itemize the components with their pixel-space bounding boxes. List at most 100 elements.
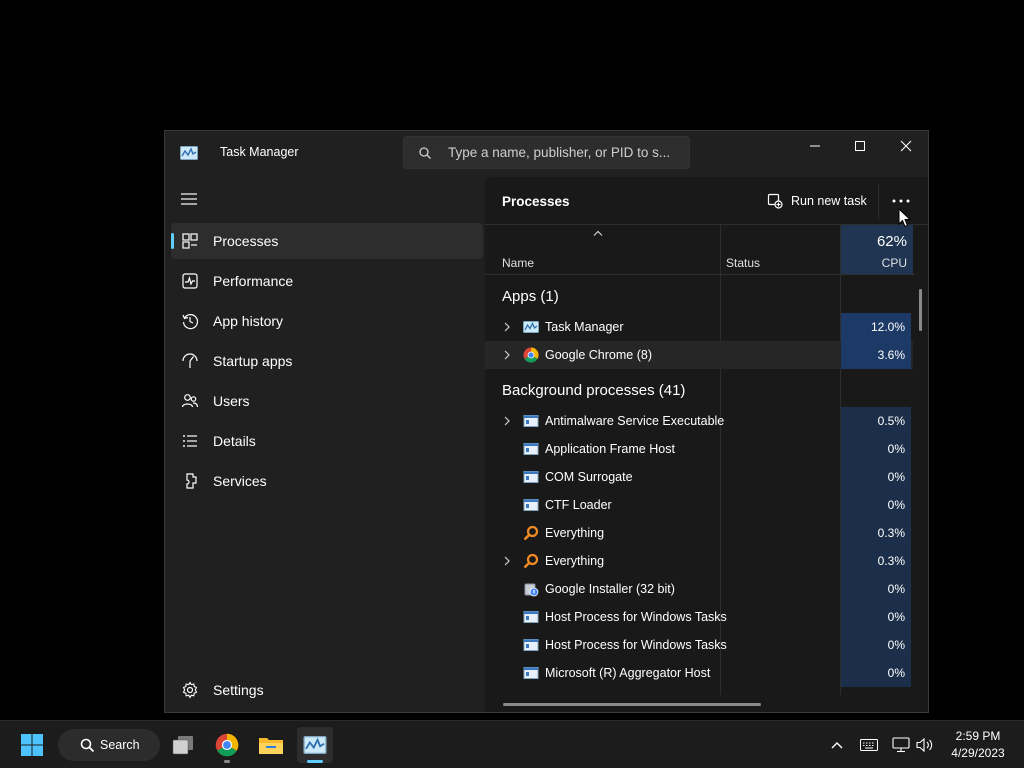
sidebar-item-services[interactable]: Services — [171, 463, 483, 499]
system-clock[interactable]: 2:59 PM 4/29/2023 — [940, 729, 1016, 760]
process-row[interactable]: COM Surrogate 0% — [485, 463, 913, 491]
run-new-task-label: Run new task — [791, 194, 867, 208]
cpu-cell: 0% — [841, 659, 911, 687]
process-name: Google Chrome (8) — [545, 348, 652, 362]
cpu-cell: 0% — [841, 463, 911, 491]
active-indicator — [171, 233, 174, 249]
title-bar[interactable]: Task Manager — [165, 131, 928, 177]
sidebar-item-label: Details — [213, 433, 256, 449]
column-status[interactable]: Status — [726, 256, 760, 270]
process-row[interactable]: Everything 0.3% — [485, 547, 913, 575]
task-manager-window: Task Manager Type a name, publisher, or … — [164, 130, 929, 713]
process-name: COM Surrogate — [545, 470, 633, 484]
sidebar-item-users[interactable]: Users — [171, 383, 483, 419]
cpu-cell: 3.6% — [841, 341, 911, 369]
process-row[interactable]: Google Installer (32 bit) 0% — [485, 575, 913, 603]
process-row[interactable]: Antimalware Service Executable 0.5% — [485, 407, 913, 435]
minimize-button[interactable] — [792, 131, 837, 161]
process-row[interactable]: Host Process for Windows Tasks 0% — [485, 603, 913, 631]
cpu-value: 0% — [887, 638, 905, 652]
search-box[interactable] — [403, 136, 690, 169]
taskbar-task-manager[interactable] — [297, 727, 333, 763]
chevron-right-icon[interactable] — [502, 349, 512, 361]
processes-icon — [182, 233, 198, 249]
cpu-value: 0% — [887, 610, 905, 624]
taskbar-task-view[interactable] — [165, 727, 201, 763]
process-row[interactable]: Google Chrome (8) 3.6% — [485, 341, 913, 369]
hamburger-menu-icon[interactable] — [179, 189, 199, 209]
chevron-right-icon[interactable] — [502, 555, 512, 567]
cpu-total-percent: 62% — [876, 233, 907, 250]
process-row[interactable]: Task Manager 12.0% — [485, 313, 913, 341]
network-button[interactable] — [889, 733, 913, 757]
services-icon — [186, 473, 197, 489]
network-icon — [892, 737, 910, 753]
service-window-icon — [523, 611, 539, 623]
sidebar-item-settings[interactable]: Settings — [171, 672, 483, 708]
clock-time: 2:59 PM — [955, 729, 1001, 743]
service-window-icon — [523, 499, 539, 511]
process-list: Apps (1) Task Manager 12.0% Google Chrom… — [485, 275, 915, 695]
search-input[interactable] — [448, 137, 684, 168]
sidebar-item-label: Processes — [213, 233, 279, 249]
process-name: Host Process for Windows Tasks — [545, 610, 727, 624]
cpu-column-label: CPU — [881, 256, 907, 270]
service-window-icon — [523, 471, 539, 483]
maximize-button[interactable] — [837, 131, 882, 161]
keyboard-button[interactable] — [857, 733, 881, 757]
horizontal-scrollbar[interactable] — [503, 703, 761, 706]
taskbar-chrome[interactable] — [209, 727, 245, 763]
service-window-icon — [523, 667, 539, 679]
cpu-value: 0% — [887, 582, 905, 596]
start-button[interactable] — [14, 729, 50, 761]
users-icon — [181, 394, 199, 408]
task-view-icon — [172, 736, 193, 755]
process-name: CTF Loader — [545, 498, 612, 512]
process-row[interactable]: Everything 0.3% — [485, 519, 913, 547]
service-window-icon — [523, 639, 539, 651]
process-name: Task Manager — [545, 320, 624, 334]
group-header-apps: Apps (1) — [502, 288, 559, 305]
taskbar-file-explorer[interactable] — [253, 727, 289, 763]
taskbar-search-button[interactable]: Search — [58, 729, 160, 761]
sidebar-item-label: Services — [213, 473, 267, 489]
process-name: Antimalware Service Executable — [545, 414, 725, 428]
show-hidden-icons-button[interactable] — [825, 733, 849, 757]
chevron-right-icon[interactable] — [502, 415, 512, 427]
history-icon — [182, 314, 199, 330]
chevron-right-icon[interactable] — [502, 321, 512, 333]
cpu-cell: 0% — [841, 631, 911, 659]
windows-logo-icon — [21, 734, 43, 756]
sidebar-item-performance[interactable]: Performance — [171, 263, 483, 299]
performance-icon — [182, 273, 198, 289]
process-row[interactable]: CTF Loader 0% — [485, 491, 913, 519]
cpu-cell: 0.5% — [841, 407, 911, 435]
column-cpu[interactable]: 62% CPU — [841, 225, 913, 274]
column-header: Name Status 62% CPU — [485, 225, 915, 275]
everything-search-icon — [523, 525, 539, 541]
cpu-cell: 0% — [841, 603, 911, 631]
process-name: Host Process for Windows Tasks — [545, 638, 727, 652]
gear-icon — [182, 681, 198, 699]
sidebar-item-startup-apps[interactable]: Startup apps — [171, 343, 483, 379]
process-row[interactable]: Host Process for Windows Tasks 0% — [485, 631, 913, 659]
volume-button[interactable] — [913, 733, 937, 757]
header-divider — [878, 183, 879, 219]
cpu-cell: 0.3% — [841, 547, 911, 575]
taskbar: Search 2:59 PM 4/29/2023 — [0, 720, 1024, 768]
close-button[interactable] — [883, 131, 928, 161]
sidebar-item-app-history[interactable]: App history — [171, 303, 483, 339]
column-name[interactable]: Name — [502, 256, 534, 270]
speaker-icon — [916, 737, 933, 753]
cpu-cell: 0% — [841, 575, 911, 603]
service-window-icon — [523, 415, 539, 427]
run-new-task-button[interactable]: Run new task — [767, 190, 867, 212]
close-icon — [900, 140, 911, 152]
sidebar-item-details[interactable]: Details — [171, 423, 483, 459]
process-row[interactable]: Microsoft (R) Aggregator Host 0% — [485, 659, 913, 687]
folder-icon — [259, 738, 283, 754]
vertical-scrollbar[interactable] — [919, 289, 922, 331]
more-icon — [892, 199, 910, 203]
process-row[interactable]: Application Frame Host 0% — [485, 435, 913, 463]
sidebar-item-processes[interactable]: Processes — [171, 223, 483, 259]
